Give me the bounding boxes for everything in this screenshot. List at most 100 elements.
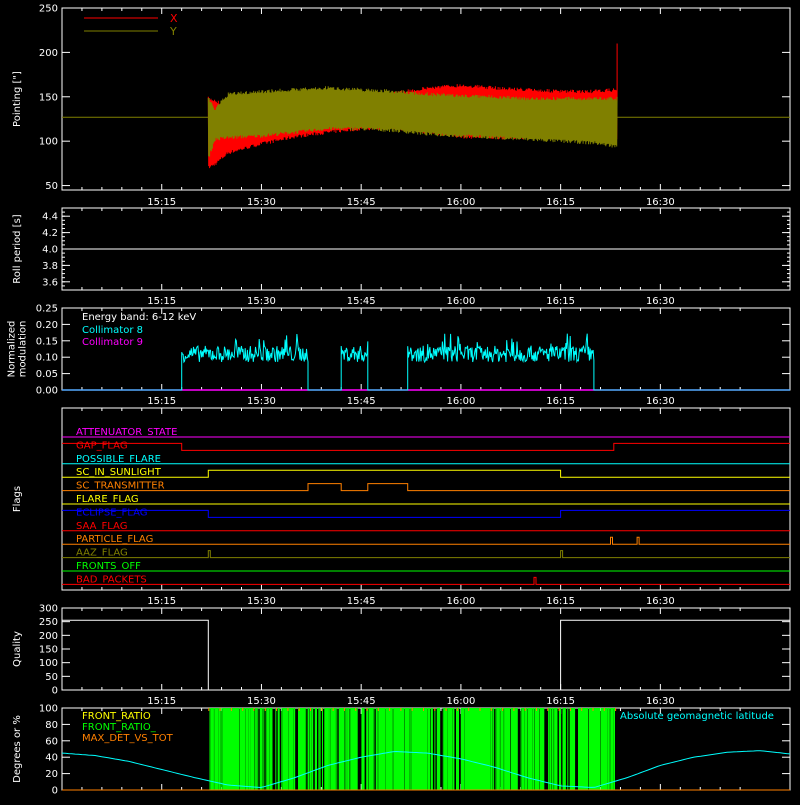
x-tick-label: 16:15 — [546, 396, 575, 407]
front-ratio-bar — [548, 708, 550, 790]
front-ratio-bar — [249, 708, 250, 790]
x-tick-label: 16:30 — [646, 197, 675, 208]
flag-label-flare-flag: FLARE_FLAG — [76, 494, 139, 505]
max-det-mark — [468, 708, 470, 711]
max-det-mark — [490, 708, 492, 711]
flag-label-aaz-flag: AAZ_FLAG — [76, 548, 128, 559]
front-ratio-bar — [424, 708, 426, 790]
front-ratio-bar — [349, 708, 351, 790]
front-ratio-bar — [489, 708, 491, 790]
front-ratio-bar — [606, 708, 608, 790]
chart-root: 15:15 15:30 15:45 16:00 16:15 16:30 50 100 150 20… — [0, 0, 800, 800]
max-det-mark — [502, 708, 504, 711]
x-tick-label: 15:15 — [147, 197, 176, 208]
front-ratio-bar — [556, 708, 558, 790]
front-ratio-bar — [508, 708, 510, 790]
front-ratio-bar — [263, 708, 265, 790]
max-det-mark — [581, 708, 583, 711]
front-ratio-bar — [434, 708, 436, 790]
quality-ytick-label: 100 — [39, 658, 58, 669]
flag-label-eclipse-flag: ECLIPSE_FLAG — [76, 507, 147, 518]
front-ratio-bar — [585, 708, 589, 790]
max-det-mark — [366, 708, 368, 711]
front-ratio-bar — [209, 708, 211, 790]
modulation-ytick-label: 0.20 — [36, 320, 58, 331]
max-det-mark — [332, 708, 334, 711]
front-ratio-bar — [211, 708, 214, 790]
front-ratio-bars — [209, 708, 615, 790]
front-ratio-bar — [310, 708, 311, 790]
modulation-annotation: Energy band: 6-12 keV — [82, 312, 196, 323]
front-ratio-bar — [366, 708, 369, 790]
front-ratio-bar — [476, 708, 478, 790]
max-det-mark — [230, 708, 232, 711]
front-ratio-bar — [252, 708, 255, 790]
x-tick-label: 16:15 — [546, 696, 575, 707]
front-ratio-bar — [275, 708, 277, 790]
legend-geomagnetic-latitude: Absolute geomagnetic latitude — [620, 711, 774, 722]
legend-y-label: Y — [169, 25, 177, 38]
max-det-mark — [569, 708, 571, 711]
front-ratio-bar — [265, 708, 267, 790]
max-det-mark — [603, 708, 605, 711]
front-ratio-bar — [452, 708, 455, 790]
pointing-ytick-label: 250 — [39, 4, 58, 15]
front-ratio-bar — [375, 708, 378, 790]
x-tick-label: 16:00 — [446, 296, 475, 307]
front-ratio-bar — [542, 708, 544, 790]
x-tick-label: 16:30 — [646, 596, 675, 607]
x-tick-label: 15:15 — [147, 696, 176, 707]
roll-ytick-label: 3.8 — [42, 261, 58, 272]
front-ratio-bar — [344, 708, 346, 790]
front-ratio-bar — [289, 708, 291, 790]
max-det-mark — [524, 708, 526, 711]
front-ratio-bar — [427, 708, 431, 790]
x-tick-label: 16:00 — [446, 596, 475, 607]
front-ratio-bar — [520, 708, 522, 790]
ratios-ytick-label: 60 — [45, 736, 58, 747]
max-det-mark — [264, 708, 266, 711]
front-ratio-bar — [560, 708, 562, 790]
front-ratio-bar — [612, 708, 614, 790]
ratios-ytick-label: 20 — [45, 769, 58, 780]
max-det-mark — [242, 708, 244, 711]
max-det-mark — [343, 708, 345, 711]
modulation-ytick-label: 0.00 — [36, 386, 58, 397]
max-det-mark — [513, 708, 515, 711]
front-ratio-bar — [383, 708, 384, 790]
legend-front-ratio-: FRONT_RATIO_ — [82, 722, 157, 733]
front-ratio-bar — [598, 708, 601, 790]
max-det-mark — [298, 708, 300, 711]
front-ratio-bar — [537, 708, 540, 790]
x-tick-label: 15:30 — [247, 296, 276, 307]
front-ratio-bar — [277, 708, 280, 790]
legend-collimator-8: Collimator 8 — [82, 325, 143, 336]
flag-label-sc-transmitter: SC_TRANSMITTER — [76, 481, 165, 492]
front-ratio-bar — [362, 708, 365, 790]
front-ratio-bar — [410, 708, 412, 790]
x-tick-label: 15:15 — [147, 296, 176, 307]
pointing-ylabel: Pointing ["] — [12, 71, 23, 127]
max-det-mark — [479, 708, 481, 711]
legend-max-det-vs-tot: MAX_DET_VS_TOT — [82, 733, 174, 744]
roll-ytick-label: 3.6 — [42, 277, 58, 288]
front-ratio-bar — [342, 708, 345, 790]
max-det-mark — [310, 708, 311, 711]
front-ratio-bar — [220, 708, 222, 790]
front-ratio-bar — [235, 708, 237, 790]
front-ratio-bar — [543, 708, 545, 790]
front-ratio-bar — [408, 708, 410, 790]
quality-ytick-label: 0 — [52, 686, 58, 697]
front-ratio-bar — [237, 708, 239, 790]
front-ratio-bar — [451, 708, 453, 790]
max-det-mark — [276, 708, 278, 711]
front-ratio-bar — [430, 708, 433, 790]
front-ratio-bar — [523, 708, 524, 790]
max-det-mark — [423, 708, 424, 711]
roll-ytick-label: 4.0 — [42, 245, 58, 256]
front-ratio-bar — [354, 708, 356, 790]
flag-label-saa-flag-gap: GAP_FLAG — [76, 440, 128, 451]
max-det-mark — [253, 708, 255, 711]
front-ratio-bar — [327, 708, 329, 790]
max-det-mark — [536, 708, 537, 711]
